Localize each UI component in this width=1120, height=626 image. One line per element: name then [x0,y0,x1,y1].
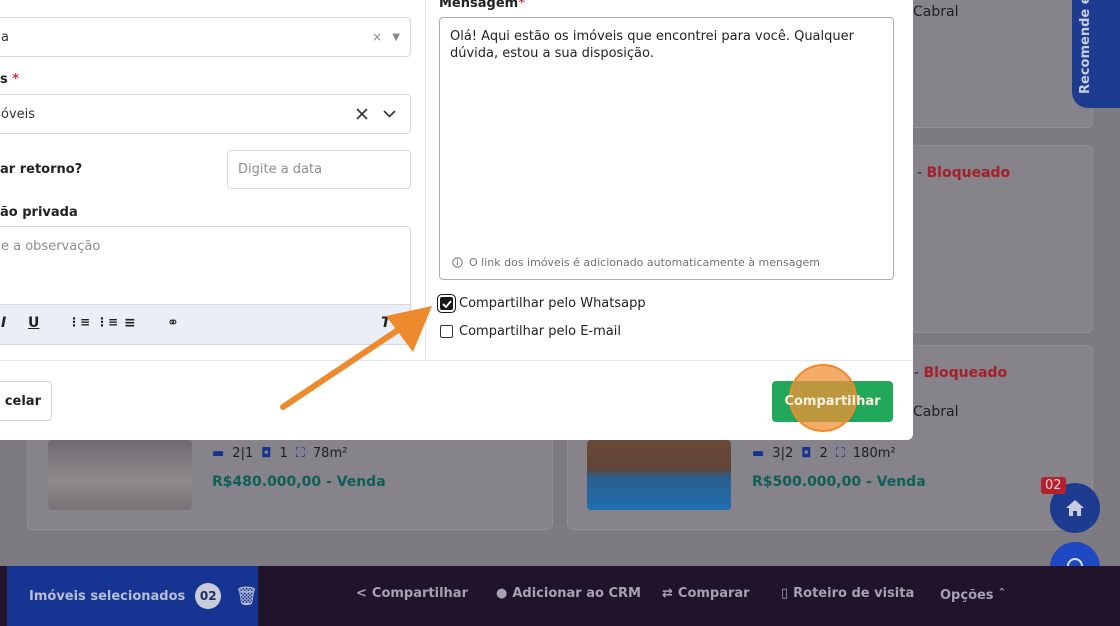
field-label: * [0,0,7,7]
recommend-tab-label: Recomende e [1078,0,1093,94]
share-email-option[interactable]: Compartilhar pelo E-mail [440,324,621,339]
private-note-placeholder: e a observação [1,239,101,254]
message-label: Mensagem* [439,0,525,11]
share-action[interactable]: < Compartilhar [356,586,468,601]
footer-divider [0,360,913,361]
message-info: O link dos imóveis é adicionado automati… [452,256,820,269]
property-photo[interactable] [48,440,192,510]
status-badge: Bloqueado [926,165,1011,181]
home-icon [1066,500,1084,516]
share-button[interactable]: Compartilhar [772,381,893,422]
selected-properties-box: Imóveis selecionados 02 🗑 [7,566,258,626]
property-price: R$500.000,00 - Venda [752,474,926,490]
property-price: R$480.000,00 - Venda [212,474,386,490]
clear-icon[interactable] [356,108,368,120]
property-title: Cabral [913,4,959,20]
recommend-side-tab[interactable]: Recomende e [1072,0,1120,108]
field-label: s * [0,72,20,87]
clear-icon[interactable]: × [372,30,382,44]
info-icon [452,257,463,268]
bullet-list-icon[interactable]: ⋮≡ [96,315,118,329]
return-date-placeholder: Digite a data [238,162,323,177]
map-icon: ▯ [781,586,789,601]
chevron-down-icon[interactable] [383,110,396,118]
properties-select[interactable]: óveis [0,94,411,134]
car-icon: ◘ [801,446,812,461]
selected-count-badge: 02 [1041,477,1066,494]
link-icon[interactable]: ⚭ [167,315,179,331]
bed-icon: ▬ [212,446,225,461]
share-whatsapp-option[interactable]: Compartilhar pelo Whatsapp [440,296,646,311]
check-icon [441,299,452,308]
share-email-label: Compartilhar pelo E-mail [459,324,621,339]
selected-properties-label: Imóveis selecionados [29,588,186,604]
share-whatsapp-label: Compartilhar pelo Whatsapp [459,296,646,311]
user-icon: ● [496,586,508,601]
properties-select-value: óveis [1,106,36,122]
property-photo[interactable] [587,440,731,510]
area-icon: ⛶ [835,446,845,461]
share-whatsapp-checkbox[interactable] [440,297,453,310]
options-menu[interactable]: Opções ˆ [940,588,1005,603]
private-note-label: ão privada [0,205,78,220]
message-text: Olá! Aqui estão os imóveis que encontrei… [450,29,854,61]
trash-icon[interactable]: 🗑 [235,586,258,607]
return-date-label: ar retorno? [0,162,83,177]
editor-toolbar: I U ⋮≡ ⋮≡ ≡ ⚭ T [0,304,410,344]
status-dash: - [914,365,920,381]
share-email-checkbox[interactable] [440,325,453,338]
return-date-input[interactable]: Digite a data [227,150,411,189]
clear-format-icon[interactable]: T [381,315,391,331]
ordered-list-icon[interactable]: ⋮≡ [68,315,90,329]
private-note-editor[interactable]: e a observação I U ⋮≡ ⋮≡ ≡ ⚭ T [0,226,411,345]
italic-icon[interactable]: I [1,315,6,331]
property-features: ▬ 2|1 ◘ 1 ⛶ 78m² [212,446,348,461]
column-divider [425,0,426,361]
property-title: Cabral [913,404,959,420]
client-select[interactable]: a × ▼ [0,17,411,57]
compare-action[interactable]: ⇄ Comparar [662,586,750,601]
caret-down-icon[interactable]: ▼ [392,32,400,43]
chevron-up-icon: ˆ [998,588,1006,603]
status-dash: - [917,165,923,181]
car-icon: ◘ [261,446,272,461]
visit-route-action[interactable]: ▯ Roteiro de visita [781,586,914,601]
selected-count: 02 [195,583,222,609]
share-icon: < [356,586,367,601]
bed-icon: ▬ [752,446,765,461]
status-badge: Bloqueado [923,365,1008,381]
align-left-icon[interactable]: ≡ [124,315,136,331]
property-features: ▬ 3|2 ◘ 2 ⛶ 180m² [752,446,896,461]
message-textarea[interactable]: Olá! Aqui estão os imóveis que encontrei… [439,17,894,280]
client-select-value: a [1,29,9,45]
area-icon: ⛶ [295,446,305,461]
share-modal: * a × ▼ s * óveis ar retorno? Digite a d… [0,0,913,440]
cancel-button[interactable]: celar [0,381,52,421]
swap-icon: ⇄ [662,586,673,601]
add-to-crm-action[interactable]: ● Adicionar ao CRM [496,586,641,601]
underline-icon[interactable]: U [28,315,39,331]
